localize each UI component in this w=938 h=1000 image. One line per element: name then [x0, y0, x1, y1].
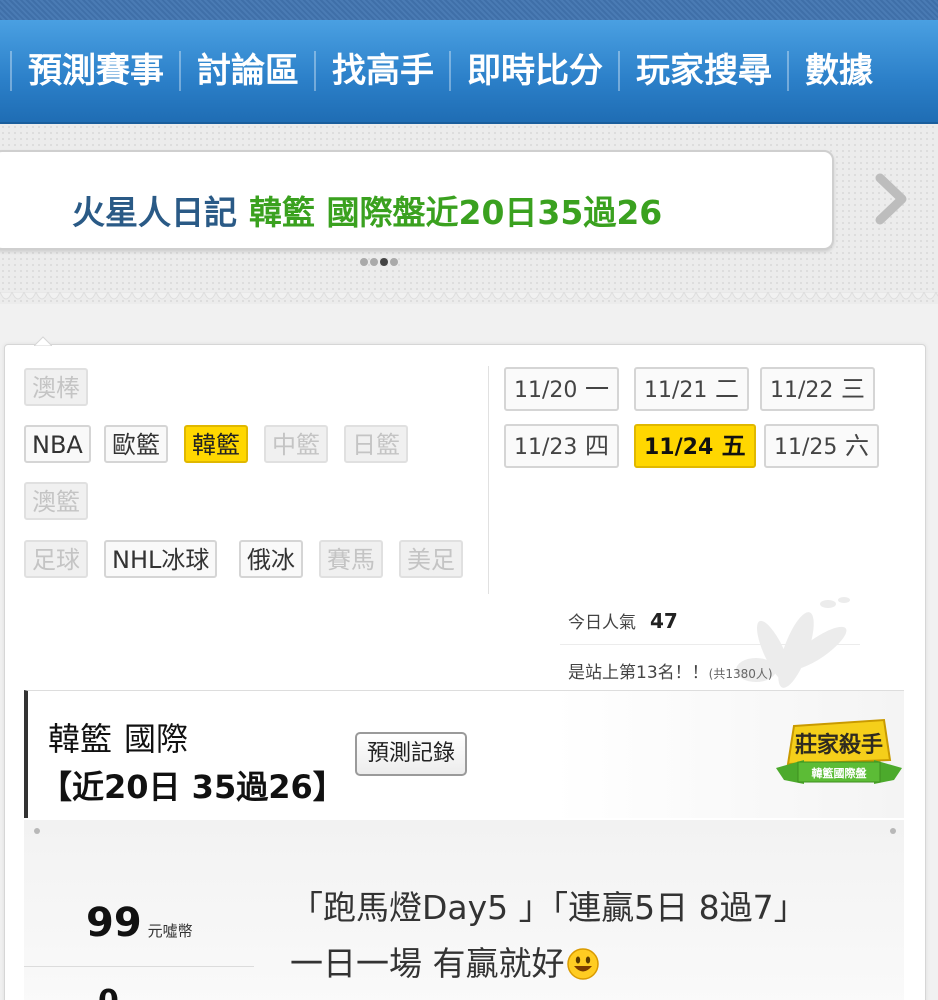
category-korea-basketball[interactable]: 韓籃 [184, 425, 248, 463]
date-tab[interactable]: 11/22 三 [760, 367, 876, 411]
date-label: 11/24 [644, 435, 714, 460]
wave-divider [0, 292, 938, 300]
date-tab[interactable]: 11/21 二 [634, 367, 750, 411]
category-nhl-hockey[interactable]: NHL冰球 [104, 540, 218, 578]
date-label: 11/22 [770, 378, 834, 403]
category-japan-basketball[interactable]: 日籃 [344, 425, 408, 463]
forecast-record: 【近20日 35過26】 [40, 768, 345, 806]
date-tab-selected[interactable]: 11/24 五 [634, 424, 756, 468]
forecast-market: 國際 [124, 720, 189, 758]
carousel-dot[interactable] [390, 258, 398, 266]
category-aus-basketball[interactable]: 澳籃 [24, 482, 88, 520]
nav-item-stats[interactable]: 數據 [787, 51, 888, 91]
date-label: 11/23 [514, 435, 578, 460]
post-line-2: 一日一場 有贏就好 [290, 944, 565, 983]
category-american-football[interactable]: 美足 [399, 540, 463, 578]
coin-unit: 元噓幣 [147, 922, 193, 940]
nav-item-forum[interactable]: 討論區 [179, 51, 314, 91]
nav-item-predictions[interactable]: 預測賽事 [10, 51, 179, 91]
stat-divider [24, 966, 254, 967]
weekday-label: 一 [585, 375, 610, 403]
prediction-record-button[interactable]: 預測記錄 [355, 732, 468, 776]
date-tab[interactable]: 11/25 六 [764, 424, 880, 468]
second-count: 0 [98, 984, 119, 1000]
nav-item-player-search[interactable]: 玩家搜尋 [618, 51, 787, 91]
rank-total: (共1380人) [708, 667, 773, 681]
rank-text: 是站上第13名！！ [568, 663, 709, 683]
category-nba[interactable]: NBA [24, 425, 91, 463]
pin-icon [34, 828, 40, 834]
category-soccer[interactable]: 足球 [24, 540, 88, 578]
post-line-2-wrap: 一日一場 有贏就好 [290, 936, 807, 992]
date-label: 11/25 [774, 435, 838, 460]
flower-watermark-icon [736, 597, 850, 688]
category-russia-hockey[interactable]: 俄冰 [239, 540, 303, 578]
post-line-1: 「跑馬燈Day5 」「連贏5日 8過7」 [290, 888, 807, 927]
panel-divider [488, 366, 489, 594]
carousel-dot-active[interactable] [380, 258, 388, 266]
carousel-dots [360, 258, 398, 266]
carousel-dot[interactable] [370, 258, 378, 266]
weekday-label: 三 [841, 375, 866, 403]
panel-notch [34, 336, 52, 346]
weekday-label: 五 [721, 432, 746, 460]
date-tab[interactable]: 11/23 四 [504, 424, 620, 468]
weekday-label: 二 [715, 375, 740, 403]
bookie-killer-badge: 莊家殺手 韓籃國際盤 [776, 718, 902, 784]
banner-headline: 韓籃 國際盤近20日35過26 [249, 193, 663, 232]
banner-text[interactable]: 火星人日記 韓籃 國際盤近20日35過26 [72, 186, 662, 234]
carousel-dot[interactable] [360, 258, 368, 266]
smiley-icon [566, 948, 599, 980]
coin-value: 99 [86, 900, 142, 946]
forecast-title: 韓籃 國際 [48, 714, 188, 760]
nav-item-find-experts[interactable]: 找高手 [314, 51, 449, 91]
popularity-value: 47 [650, 609, 678, 633]
forecast-league: 韓籃 [48, 720, 113, 758]
nav-item-live-scores[interactable]: 即時比分 [449, 51, 618, 91]
top-strip [0, 0, 938, 20]
category-euro-basketball[interactable]: 歐籃 [104, 425, 168, 463]
popularity-divider [560, 644, 860, 645]
badge-title: 莊家殺手 [795, 732, 883, 758]
category-aus-baseball[interactable]: 澳棒 [24, 368, 88, 406]
date-label: 11/21 [644, 378, 708, 403]
weekday-label: 四 [585, 432, 610, 460]
date-label: 11/20 [514, 378, 578, 403]
pin-icon [890, 828, 896, 834]
rank-row: 是站上第13名！！(共1380人) [568, 658, 773, 683]
weekday-label: 六 [845, 432, 870, 460]
date-tab[interactable]: 11/20 一 [504, 367, 620, 411]
chevron-right-icon[interactable] [870, 172, 910, 226]
popularity-label: 今日人氣 [568, 613, 636, 633]
main-nav: 預測賽事 討論區 找高手 即時比分 玩家搜尋 數據 [0, 20, 938, 124]
banner-author: 火星人日記 [72, 193, 237, 232]
category-horse-racing[interactable]: 賽馬 [319, 540, 383, 578]
post-message[interactable]: 「跑馬燈Day5 」「連贏5日 8過7」 一日一場 有贏就好 [290, 880, 807, 992]
coin-balance: 99 元噓幣 [86, 900, 193, 946]
badge-subtitle: 韓籃國際盤 [812, 766, 868, 780]
category-china-basketball[interactable]: 中籃 [264, 425, 328, 463]
popularity-row: 今日人氣 47 [568, 608, 678, 633]
